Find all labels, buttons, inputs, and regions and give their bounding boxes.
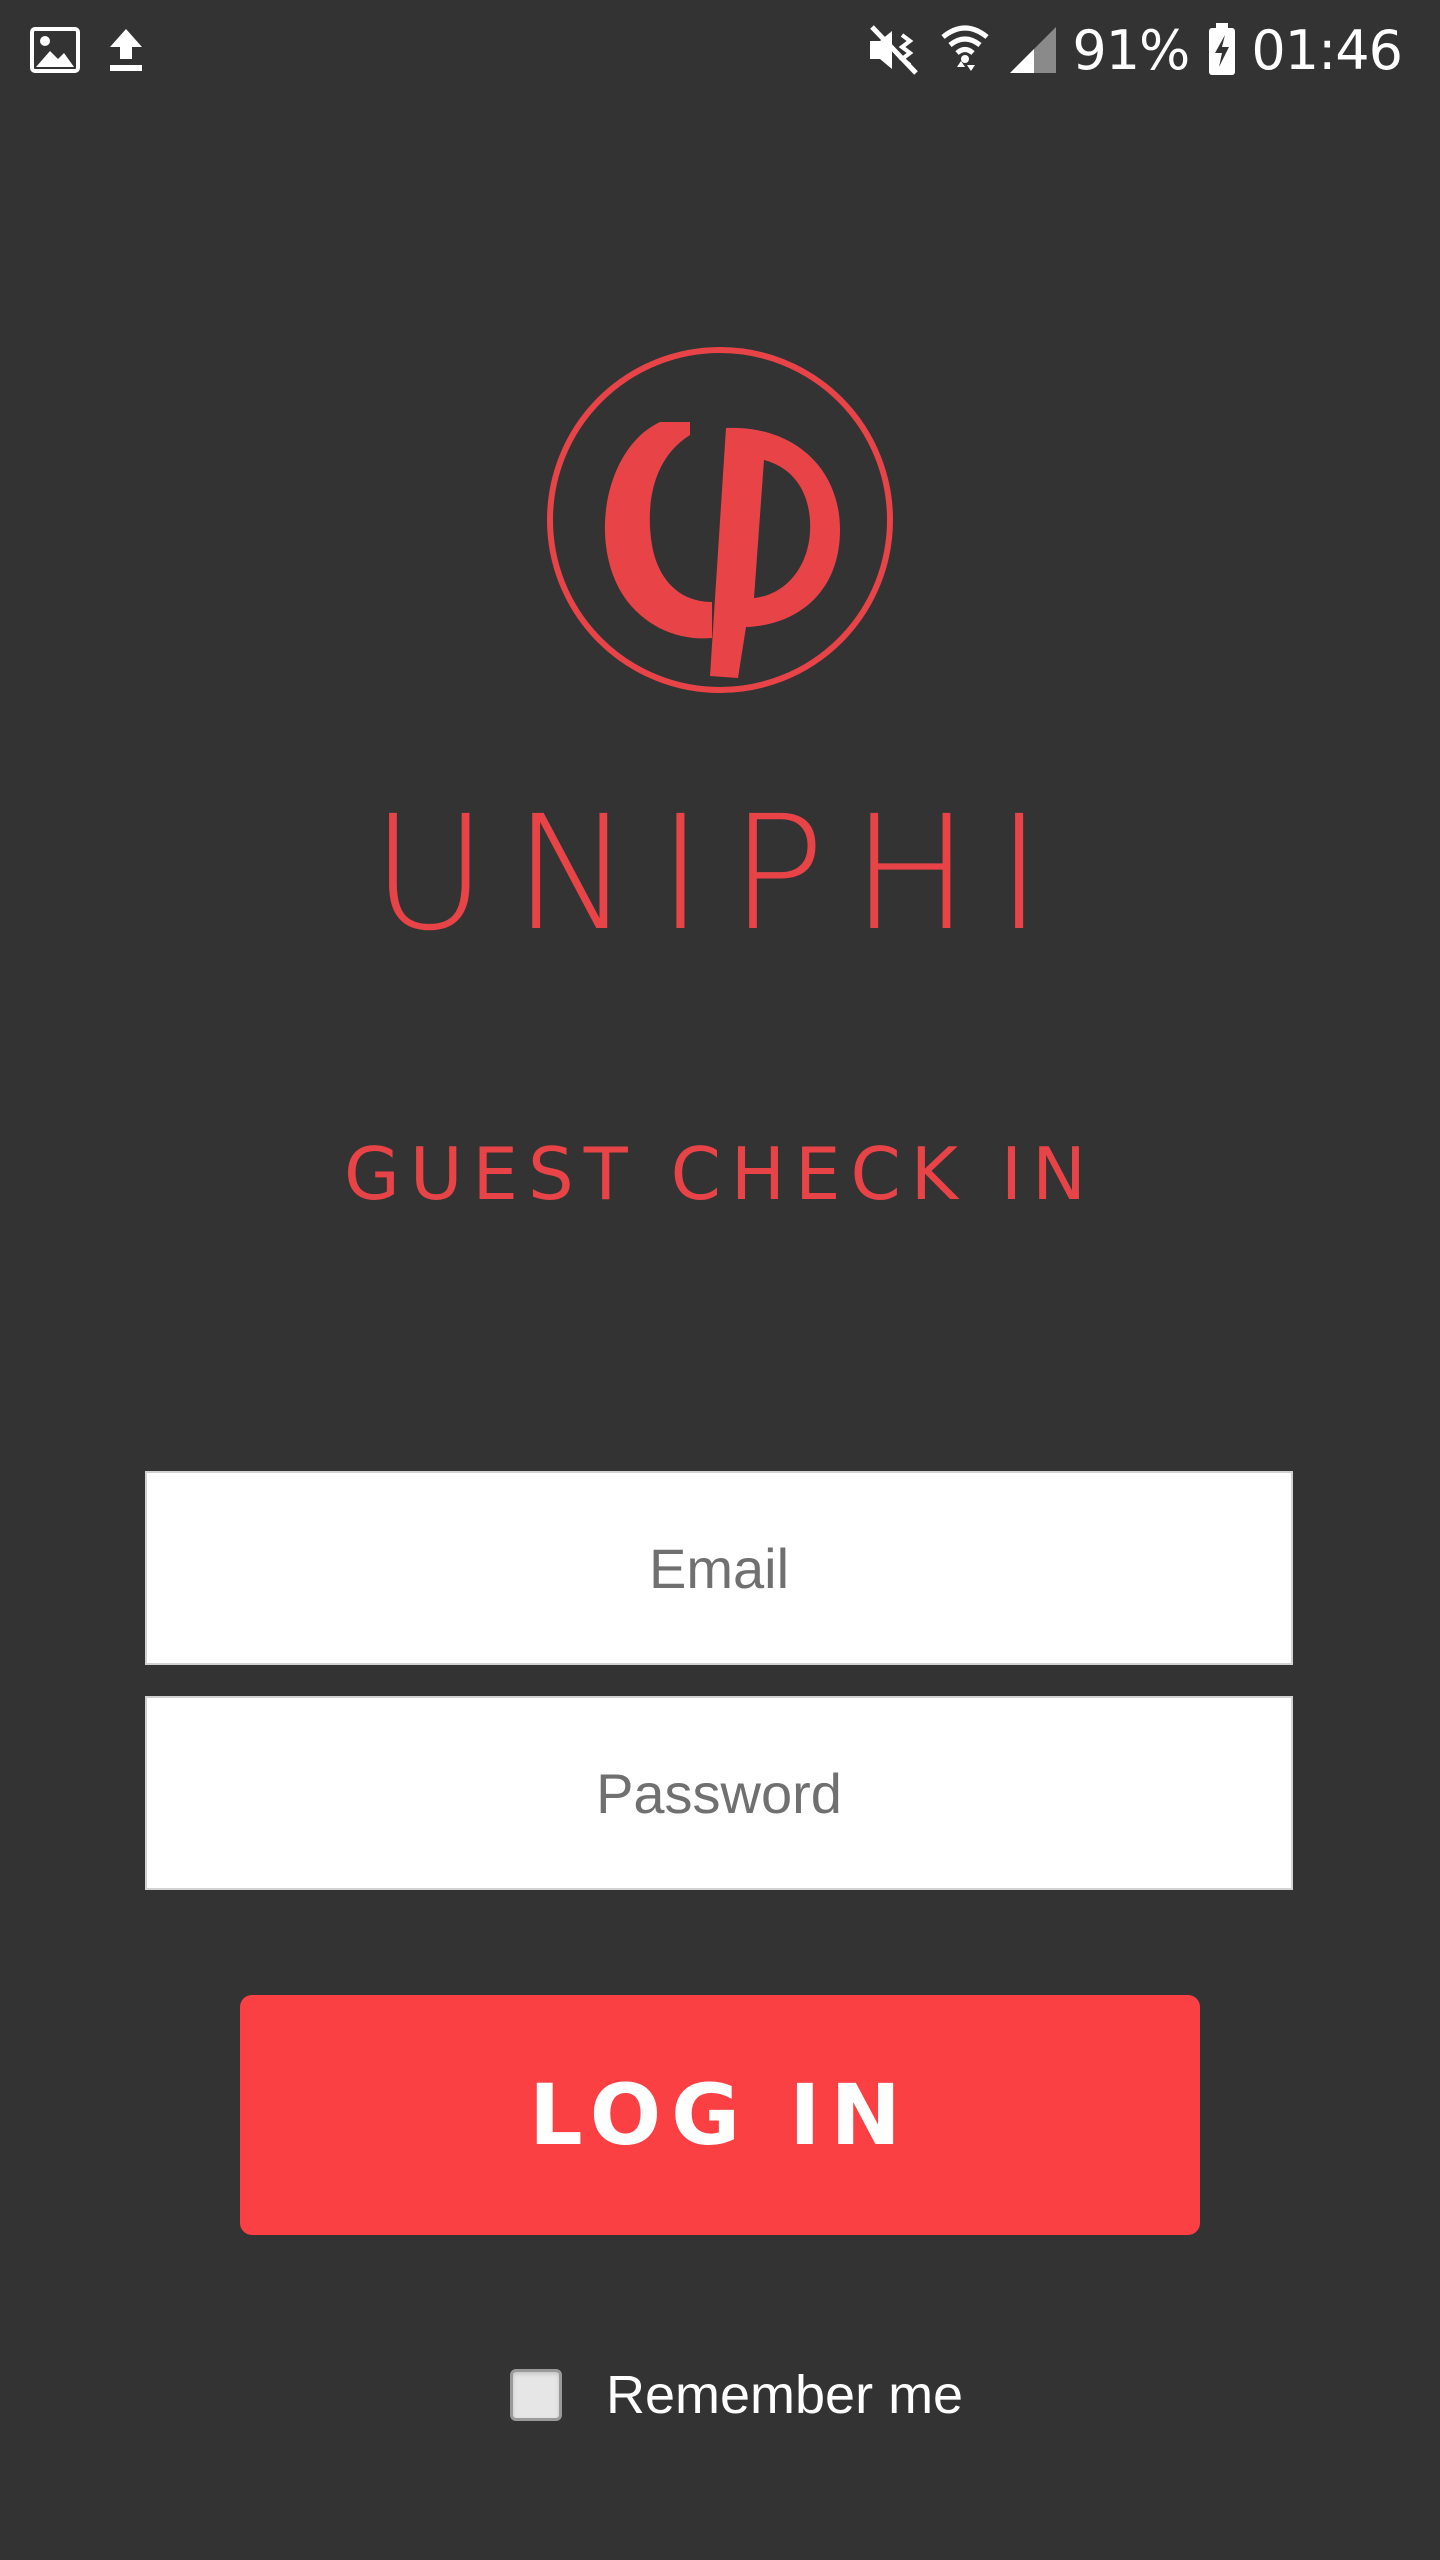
password-field[interactable] bbox=[145, 1696, 1293, 1890]
remember-me-checkbox[interactable] bbox=[510, 2369, 562, 2421]
remember-me-label[interactable]: Remember me bbox=[606, 2364, 963, 2426]
status-bar: 91% 01:46 bbox=[0, 0, 1440, 100]
email-field[interactable] bbox=[145, 1471, 1293, 1665]
brand-name: UNIPHI bbox=[371, 782, 1069, 966]
battery-percent: 91% bbox=[1072, 18, 1190, 82]
upload-icon bbox=[106, 27, 146, 73]
uniphi-logo-icon bbox=[540, 340, 900, 700]
cell-signal-icon bbox=[1008, 25, 1058, 75]
wifi-icon bbox=[940, 23, 990, 77]
battery-charging-icon bbox=[1207, 23, 1237, 77]
status-bar-right: 91% 01:46 bbox=[848, 10, 1403, 90]
status-time: 01:46 bbox=[1251, 18, 1403, 82]
status-bar-left bbox=[30, 20, 172, 80]
remember-me-row: Remember me bbox=[510, 2360, 963, 2430]
page-subtitle: GUEST CHECK IN bbox=[344, 1132, 1096, 1216]
login-button[interactable]: LOG IN bbox=[240, 1995, 1200, 2235]
vibrate-mute-icon bbox=[866, 23, 922, 77]
image-icon bbox=[30, 27, 80, 73]
